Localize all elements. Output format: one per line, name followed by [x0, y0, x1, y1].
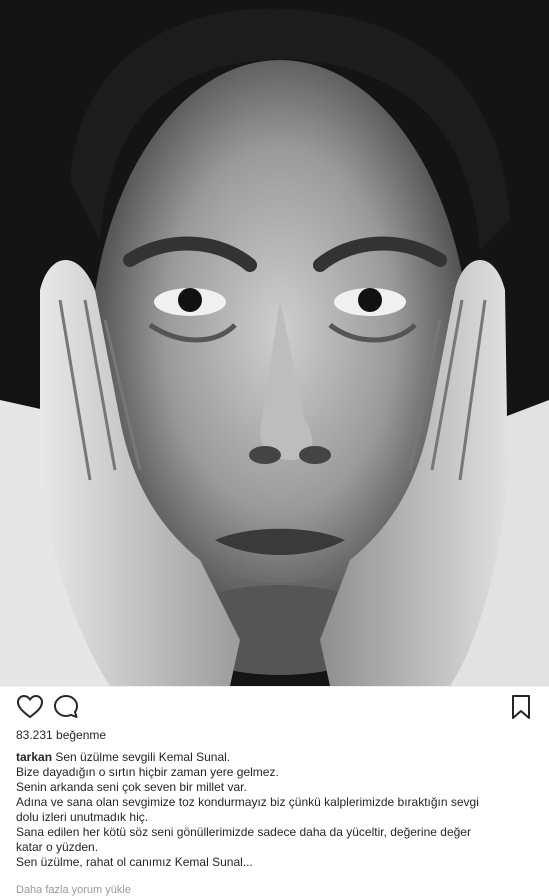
likes-count[interactable]: 83.231 beğenme: [16, 728, 106, 742]
caption-line: Sen üzülme, rahat ol canımız Kemal Sunal…: [16, 855, 253, 869]
caption-username[interactable]: tarkan: [16, 750, 52, 764]
caption-line: katar o yüzden.: [16, 840, 99, 854]
post-caption: tarkan Sen üzülme sevgili Kemal Sunal. B…: [16, 750, 536, 870]
post-photo[interactable]: [0, 0, 549, 687]
comment-icon[interactable]: [52, 693, 80, 721]
caption-line: Adına ve sana olan sevgimize toz kondurm…: [16, 795, 479, 809]
bookmark-icon[interactable]: [507, 693, 535, 721]
caption-line: Sen üzülme sevgili Kemal Sunal.: [55, 750, 231, 764]
caption-line: Sana edilen her kötü söz seni gönüllerim…: [16, 825, 471, 839]
heart-icon[interactable]: [16, 693, 44, 721]
caption-line: dolu izleri unutmadık hiç.: [16, 810, 149, 824]
caption-line: Senin arkanda seni çok seven bir millet …: [16, 780, 247, 794]
action-bar: [14, 693, 535, 723]
portrait-image: [0, 0, 549, 686]
load-more-comments-link[interactable]: Daha fazla yorum yükle: [16, 884, 131, 896]
caption-line: Bize dayadığın o sırtın hiçbir zaman yer…: [16, 765, 279, 779]
